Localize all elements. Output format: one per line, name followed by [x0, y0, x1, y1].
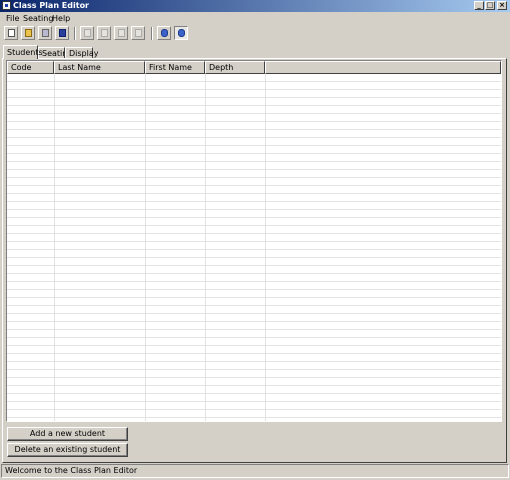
tab-students[interactable]: Students [3, 45, 43, 59]
maximize-button[interactable]: □ [485, 1, 495, 10]
open-folder-icon [25, 29, 32, 37]
edit-alt-button[interactable] [97, 26, 111, 40]
blank-icon [118, 29, 125, 37]
about-icon [161, 29, 168, 37]
open-button[interactable] [21, 26, 35, 40]
edit-button[interactable] [80, 26, 94, 40]
students-table[interactable]: Code Last Name First Name Depth [6, 60, 502, 422]
info-button[interactable] [174, 26, 188, 40]
status-bar: Welcome to the Class Plan Editor [1, 464, 509, 478]
column-header-depth[interactable]: Depth [205, 61, 265, 74]
column-header-code[interactable]: Code [7, 61, 54, 74]
toolbar-separator [151, 27, 153, 40]
table-header: Code Last Name First Name Depth [7, 61, 501, 74]
delete-student-button[interactable]: Delete an existing student [7, 443, 128, 457]
about-button[interactable] [157, 26, 171, 40]
new-document-icon [8, 29, 15, 37]
column-header-last-name[interactable]: Last Name [54, 61, 145, 74]
column-header-first-name[interactable]: First Name [145, 61, 205, 74]
title-bar[interactable]: Class Plan Editor _ □ × [0, 0, 510, 12]
image-button[interactable] [131, 26, 145, 40]
app-window: Class Plan Editor _ □ × File Seating Hel… [0, 0, 510, 480]
blank-button[interactable] [114, 26, 128, 40]
save-button[interactable] [38, 26, 52, 40]
menu-bar: File Seating Help [0, 13, 510, 25]
tab-display[interactable]: Display [65, 47, 99, 58]
edit-icon [84, 29, 91, 37]
toolbar-separator [74, 27, 76, 40]
menu-help[interactable]: Help [50, 13, 72, 25]
save-icon [42, 29, 49, 37]
app-icon[interactable] [2, 1, 11, 10]
table-body[interactable] [7, 74, 501, 421]
new-button[interactable] [4, 26, 18, 40]
window-title: Class Plan Editor [13, 1, 90, 10]
minimize-button[interactable]: _ [474, 1, 484, 10]
menu-file[interactable]: File [4, 13, 21, 25]
info-icon [178, 29, 185, 37]
column-header-filler [265, 61, 501, 74]
add-student-button[interactable]: Add a new student [7, 427, 128, 441]
save-as-button[interactable] [55, 26, 69, 40]
close-button[interactable]: × [497, 1, 507, 10]
edit-alt-icon [101, 29, 108, 37]
tab-strip: Students Seating Display [0, 45, 510, 59]
toolbar [0, 25, 510, 43]
image-icon [135, 29, 142, 37]
save-as-icon [59, 29, 66, 37]
